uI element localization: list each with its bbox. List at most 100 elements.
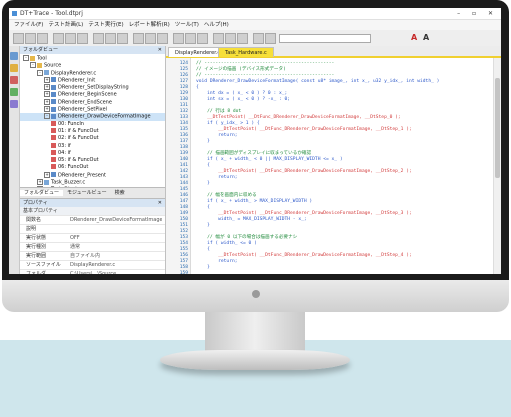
- tree-node[interactable]: 04: if: [20, 149, 165, 157]
- func-icon: [51, 77, 56, 83]
- property-row: 関数名 DRenderer_DrawDeviceFormatImage: [20, 216, 165, 225]
- window-titlebar: DT+Trace - Tool.dtprj – ▫ ✕: [9, 8, 501, 20]
- property-value[interactable]: DisplayRenderer.c: [70, 261, 162, 269]
- tree-node[interactable]: + DRenderer_BeginScene: [20, 91, 165, 98]
- property-value[interactable]: 通常: [70, 243, 162, 251]
- collapse-icon[interactable]: -: [30, 62, 36, 69]
- expand-icon[interactable]: +: [37, 179, 43, 186]
- tree-node[interactable]: + DRenderer_SetPixel: [20, 106, 165, 113]
- menu-item[interactable]: レポート解析(R): [129, 22, 170, 28]
- property-value[interactable]: C:\Users\...\Source: [70, 270, 162, 274]
- vertical-scrollbar[interactable]: [493, 58, 501, 274]
- toolbar-button[interactable]: [65, 33, 76, 44]
- collapse-icon[interactable]: -: [37, 69, 43, 76]
- tree-node-label: 06: FuncOut: [58, 164, 89, 171]
- tree-node[interactable]: + DRenderer_Init: [20, 76, 165, 84]
- expand-icon[interactable]: +: [44, 91, 50, 98]
- run-icon[interactable]: [10, 88, 18, 96]
- toolbar-button[interactable]: [173, 33, 184, 44]
- code-area[interactable]: 124// ----------------------------------…: [166, 58, 501, 274]
- menu-item[interactable]: テスト計画(L): [48, 22, 83, 28]
- left-pane-tab[interactable]: 検索: [111, 190, 129, 196]
- toolbar: A A: [9, 30, 501, 47]
- test-icon[interactable]: [10, 76, 18, 84]
- property-value[interactable]: DRenderer_DrawDeviceFormatImage: [70, 216, 162, 224]
- expand-icon[interactable]: +: [44, 171, 50, 178]
- tree-node[interactable]: +Task_Display.c: [20, 186, 165, 187]
- tree-node[interactable]: + Task_Buzzer.c: [20, 179, 165, 186]
- menu-item[interactable]: ヘルプ(H): [204, 22, 229, 28]
- tree-node[interactable]: 02: if & FuncOut: [20, 135, 165, 142]
- tree-node-label: DRenderer_SetPixel: [58, 106, 107, 113]
- view-icon[interactable]: [10, 52, 18, 60]
- tree-node[interactable]: 06: FuncOut: [20, 164, 165, 171]
- toolbar-button[interactable]: [53, 33, 64, 44]
- tree-node-label: DRenderer_EndScene: [58, 99, 112, 106]
- tree-node[interactable]: - DRenderer_DrawDeviceFormatImage: [20, 113, 165, 121]
- collapse-icon[interactable]: -: [44, 113, 50, 120]
- func-icon: [51, 91, 56, 97]
- toolbar-button[interactable]: [93, 33, 104, 44]
- tree-node[interactable]: 00: FuncIn: [20, 120, 165, 128]
- tree-node[interactable]: + DRenderer_Present: [20, 171, 165, 179]
- monitor-stand-base: [160, 350, 350, 370]
- expand-icon[interactable]: +: [44, 84, 50, 91]
- folder-icon: [30, 55, 35, 61]
- toolbar-button[interactable]: [253, 33, 264, 44]
- toolbar-button[interactable]: [185, 33, 196, 44]
- left-pane-tab[interactable]: モジュールビュー: [63, 190, 111, 196]
- toolbar-button[interactable]: [237, 33, 248, 44]
- tree-node[interactable]: - Tool: [20, 55, 165, 62]
- toolbar-button[interactable]: [265, 33, 276, 44]
- folder-icon[interactable]: [10, 64, 18, 72]
- menu-item[interactable]: テスト実行(E): [88, 22, 123, 28]
- tree-node[interactable]: + DRenderer_SetDisplayString: [20, 84, 165, 91]
- expand-icon[interactable]: +: [44, 76, 50, 83]
- expand-icon[interactable]: +: [44, 98, 50, 105]
- scrollbar-thumb[interactable]: [495, 78, 500, 178]
- tree-node-label: Task_Buzzer.c: [51, 179, 86, 186]
- tree-node[interactable]: - Source: [20, 62, 165, 69]
- folder-icon: [37, 62, 42, 68]
- property-value[interactable]: 自ファイル内: [70, 252, 162, 260]
- toolbar-button[interactable]: [225, 33, 236, 44]
- font-icon[interactable]: A: [423, 33, 429, 42]
- report-icon[interactable]: [10, 100, 18, 108]
- tree-node[interactable]: 01: if & FuncOut: [20, 127, 165, 135]
- collapse-icon[interactable]: -: [23, 55, 29, 61]
- left-pane-tabs: フォルダビュー モジュールビュー 検索: [20, 187, 165, 199]
- toolbar-button[interactable]: [133, 33, 144, 44]
- toolbar-button[interactable]: [117, 33, 128, 44]
- tree-node[interactable]: 05: if & FuncOut: [20, 157, 165, 164]
- property-key: 関数名: [26, 217, 42, 223]
- close-icon[interactable]: ✕: [158, 46, 162, 54]
- window-controls[interactable]: – ▫ ✕: [457, 8, 498, 19]
- toolbar-button[interactable]: [37, 33, 48, 44]
- document-tab[interactable]: Task_Hardware.c: [218, 47, 274, 57]
- property-value[interactable]: OFF: [70, 234, 162, 242]
- expand-icon[interactable]: +: [37, 186, 43, 187]
- tree-node[interactable]: - DisplayRenderer.c: [20, 69, 165, 77]
- close-icon[interactable]: ✕: [158, 199, 162, 207]
- toolbar-button[interactable]: [213, 33, 224, 44]
- expand-icon[interactable]: +: [44, 106, 50, 113]
- tree-node-label: Source: [44, 62, 62, 69]
- toolbar-button[interactable]: [197, 33, 208, 44]
- tree-node[interactable]: + DRenderer_EndScene: [20, 98, 165, 106]
- tree-node-label: DRenderer_Present: [58, 172, 106, 179]
- toolbar-button[interactable]: [157, 33, 168, 44]
- property-row: フォルダ C:\Users\...\Source: [20, 270, 165, 274]
- tree-node[interactable]: 03: if: [20, 142, 165, 150]
- left-pane-tab[interactable]: フォルダビュー: [20, 190, 64, 196]
- property-key: 実行状態: [26, 235, 47, 241]
- toolbar-button[interactable]: [13, 33, 24, 44]
- menu-item[interactable]: ファイル(F): [14, 22, 43, 28]
- toolbar-button[interactable]: [105, 33, 116, 44]
- toolbar-button[interactable]: [77, 33, 88, 44]
- tree-node-label: 03: if: [58, 142, 71, 149]
- font-size-icon[interactable]: A: [411, 33, 417, 42]
- toolbar-button[interactable]: [25, 33, 36, 44]
- toolbar-button[interactable]: [145, 33, 156, 44]
- toolbar-combo[interactable]: [279, 34, 371, 43]
- menu-item[interactable]: ツール(T): [175, 22, 199, 28]
